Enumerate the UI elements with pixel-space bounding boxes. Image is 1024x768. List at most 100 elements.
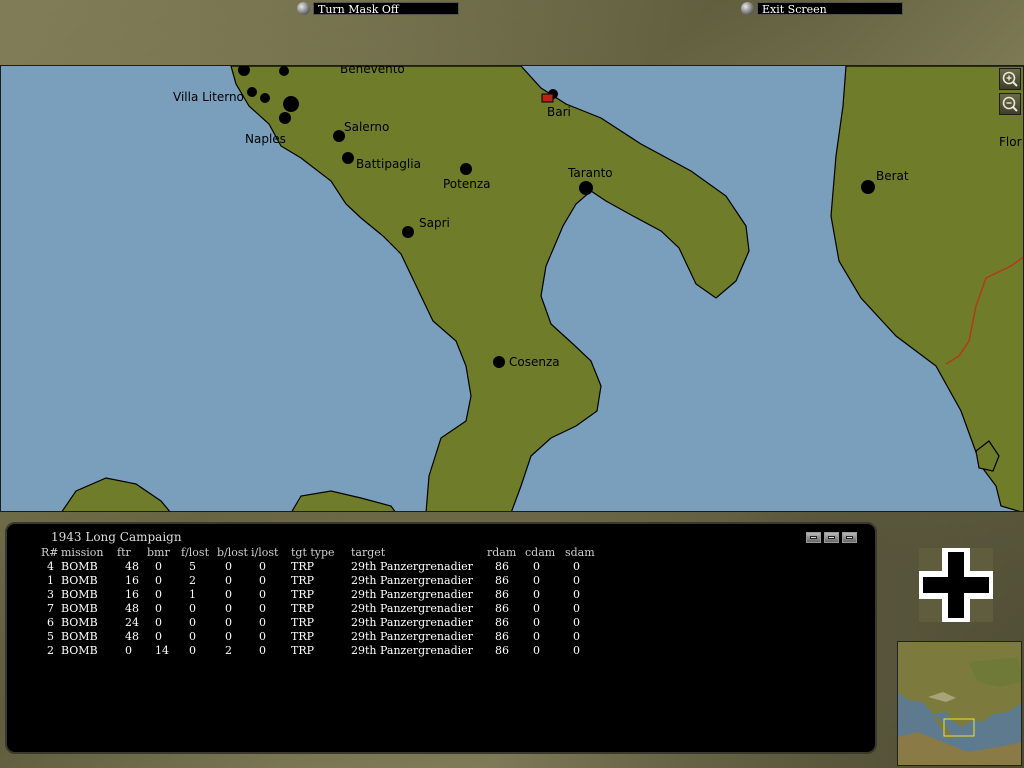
table-cell: 0 xyxy=(189,644,196,657)
panel-window-controls xyxy=(806,532,857,543)
table-cell: BOMB xyxy=(61,644,98,657)
minimize-button[interactable] xyxy=(806,532,821,543)
table-cell: 48 xyxy=(125,630,139,643)
city-label-taranto: Taranto xyxy=(567,166,613,180)
sicily-landmass xyxy=(291,490,396,511)
table-cell: 0 xyxy=(225,630,232,643)
table-cell: 0 xyxy=(259,630,266,643)
column-header: ftr xyxy=(117,546,131,559)
city-marker[interactable] xyxy=(260,93,270,103)
city-marker[interactable] xyxy=(493,356,505,368)
table-cell: BOMB xyxy=(61,602,98,615)
city-marker[interactable] xyxy=(579,181,593,195)
table-cell: 0 xyxy=(259,588,266,601)
balkans-landmass xyxy=(830,66,1023,511)
table-cell: 86 xyxy=(495,602,509,615)
column-header: bmr xyxy=(147,546,170,559)
table-cell: TRP xyxy=(291,644,315,657)
table-cell: 2 xyxy=(47,644,54,657)
city-label-potenza: Potenza xyxy=(443,177,491,191)
airbase-marker-icon[interactable] xyxy=(541,93,554,103)
table-cell: 86 xyxy=(495,574,509,587)
table-cell: 0 xyxy=(573,560,580,573)
balkenkreuz-icon xyxy=(919,548,993,622)
table-cell: 0 xyxy=(225,574,232,587)
table-cell: 0 xyxy=(573,644,580,657)
table-cell: 86 xyxy=(495,588,509,601)
table-cell: 5 xyxy=(47,630,54,643)
city-marker[interactable] xyxy=(342,152,354,164)
column-header: f/lost xyxy=(181,546,209,559)
city-label-naples: Naples xyxy=(245,132,286,146)
column-header: R# xyxy=(41,546,59,559)
table-cell: 0 xyxy=(259,644,266,657)
table-cell: 2 xyxy=(189,574,196,587)
zoom-in-icon xyxy=(1002,71,1018,87)
city-marker[interactable] xyxy=(247,87,257,97)
city-label-bari: Bari xyxy=(547,105,571,119)
table-cell: 29th Panzergrenadier xyxy=(351,574,473,587)
table-cell: 16 xyxy=(125,588,139,601)
table-cell: 0 xyxy=(573,616,580,629)
column-header: mission xyxy=(61,546,104,559)
column-header: b/lost xyxy=(217,546,248,559)
zoom-out-icon xyxy=(1002,96,1018,112)
table-cell: 0 xyxy=(225,560,232,573)
city-marker[interactable] xyxy=(861,180,875,194)
table-cell: 0 xyxy=(155,630,162,643)
city-marker[interactable] xyxy=(279,66,289,76)
maximize-button[interactable] xyxy=(842,532,857,543)
table-cell: 1 xyxy=(189,588,196,601)
table-cell: 0 xyxy=(155,588,162,601)
turn-mask-button[interactable]: Turn Mask Off xyxy=(297,1,459,16)
city-label-benevento: Benevento xyxy=(340,66,405,76)
zoom-in-button[interactable] xyxy=(999,68,1021,90)
table-cell: 0 xyxy=(533,560,540,573)
zoom-out-button[interactable] xyxy=(999,93,1021,115)
table-cell: 86 xyxy=(495,630,509,643)
city-marker[interactable] xyxy=(460,163,472,175)
top-bar: Turn Mask Off Exit Screen xyxy=(0,0,1024,64)
table-cell: 5 xyxy=(189,560,196,573)
exit-screen-button[interactable]: Exit Screen xyxy=(741,1,903,16)
city-marker[interactable] xyxy=(279,112,291,124)
turn-mask-label: Turn Mask Off xyxy=(313,1,459,16)
column-header: sdam xyxy=(565,546,595,559)
minimize-icon xyxy=(810,536,817,539)
exit-knob-icon xyxy=(741,1,754,15)
table-cell: 24 xyxy=(125,616,139,629)
column-header: i/lost xyxy=(251,546,279,559)
italy-landmass xyxy=(230,66,750,511)
campaign-map[interactable]: Benevento Villa Literno Naples Salerno B… xyxy=(0,65,1024,512)
table-cell: 29th Panzergrenadier xyxy=(351,644,473,657)
city-marker[interactable] xyxy=(283,96,299,112)
table-cell: 29th Panzergrenadier xyxy=(351,560,473,573)
table-cell: 0 xyxy=(259,616,266,629)
table-cell: 3 xyxy=(47,588,54,601)
table-cell: 0 xyxy=(189,602,196,615)
table-cell: TRP xyxy=(291,588,315,601)
table-cell: TRP xyxy=(291,574,315,587)
table-cell: 14 xyxy=(155,644,169,657)
table-cell: 0 xyxy=(225,588,232,601)
table-cell: 0 xyxy=(259,574,266,587)
restore-button[interactable] xyxy=(824,532,839,543)
europe-minimap[interactable] xyxy=(897,641,1022,766)
table-cell: 0 xyxy=(189,616,196,629)
table-cell: BOMB xyxy=(61,616,98,629)
table-cell: 86 xyxy=(495,616,509,629)
toggle-knob-icon xyxy=(297,1,310,15)
city-marker[interactable] xyxy=(402,226,414,238)
city-label-battipaglia: Battipaglia xyxy=(356,157,421,171)
restore-icon xyxy=(828,536,835,539)
table-cell: BOMB xyxy=(61,588,98,601)
city-label-sapri: Sapri xyxy=(419,216,450,230)
table-cell: 0 xyxy=(533,602,540,615)
table-cell: 6 xyxy=(47,616,54,629)
faction-emblem xyxy=(919,548,993,622)
table-cell: 86 xyxy=(495,560,509,573)
table-cell: 48 xyxy=(125,560,139,573)
table-cell: TRP xyxy=(291,560,315,573)
table-cell: 0 xyxy=(533,616,540,629)
mission-results-panel: 1943 Long Campaign R# mission ftr bmr f/lost… xyxy=(5,522,877,754)
